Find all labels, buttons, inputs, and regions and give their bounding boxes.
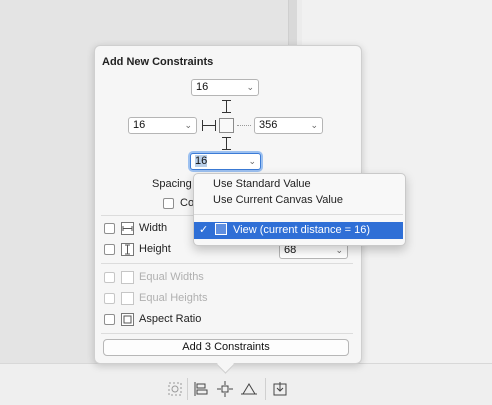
embed-in-stack-icon[interactable] [272, 381, 288, 397]
resolve-issues-icon[interactable] [241, 381, 257, 397]
width-label: Width [139, 222, 168, 234]
constrain-margins-checkbox[interactable] [163, 198, 174, 209]
width-checkbox[interactable] [104, 223, 115, 234]
chevron-down-icon: ⌄ [310, 120, 318, 130]
equal-widths-checkbox[interactable] [104, 272, 115, 283]
equal-heights-icon [121, 292, 134, 305]
align-icon[interactable] [193, 381, 209, 397]
leading-spacing-value: 16 [133, 119, 146, 131]
equal-widths-label: Equal Widths [139, 271, 204, 283]
equal-heights-checkbox[interactable] [104, 293, 115, 304]
constrain-margins-label: Co [180, 197, 195, 209]
top-spacing-value: 16 [196, 81, 209, 93]
equal-widths-icon [121, 271, 134, 284]
chevron-down-icon: ⌄ [248, 156, 256, 166]
equal-heights-label: Equal Heights [139, 292, 208, 304]
bottom-spacing-field[interactable]: 16 ⌄ [190, 153, 261, 170]
height-icon [121, 243, 134, 256]
divider [101, 333, 353, 334]
checkmark-icon: ✓ [199, 224, 209, 236]
bottom-spacing-value: 16 [195, 155, 208, 167]
top-spacing-field[interactable]: 16 ⌄ [191, 79, 259, 96]
top-constraint-cap [222, 112, 231, 113]
toolbar-separator [265, 378, 266, 400]
add-constraints-button[interactable]: Add 3 Constraints [103, 339, 349, 356]
height-label: Height [139, 243, 171, 255]
height-checkbox[interactable] [104, 244, 115, 255]
view-square [219, 118, 234, 133]
view-icon [215, 223, 227, 235]
chevron-down-icon: ⌄ [184, 120, 192, 130]
leading-constraint-cap [215, 120, 216, 131]
menu-item-standard-value[interactable]: Use Standard Value [213, 178, 311, 190]
menu-item-canvas-value[interactable]: Use Current Canvas Value [213, 194, 343, 206]
add-constraints-icon[interactable] [217, 381, 233, 397]
width-icon [121, 222, 134, 235]
divider [101, 263, 353, 264]
trailing-spacing-field[interactable]: 356 ⌄ [254, 117, 323, 134]
leading-spacing-field[interactable]: 16 ⌄ [128, 117, 197, 134]
aspect-ratio-icon [121, 313, 134, 326]
aspect-ratio-label: Aspect Ratio [139, 313, 202, 325]
update-frames-icon[interactable] [167, 381, 183, 397]
spacing-label: Spacing [152, 178, 192, 190]
popover-title: Add New Constraints [102, 56, 214, 68]
aspect-ratio-checkbox[interactable] [104, 314, 115, 325]
bottom-constraint-cap [222, 137, 231, 138]
top-constraint-cap [222, 100, 231, 101]
leading-constraint-cap [202, 120, 203, 131]
menu-separator [194, 214, 403, 215]
menu-item-view-label: View (current distance = 16) [233, 224, 371, 236]
chevron-down-icon: ⌄ [246, 82, 254, 92]
trailing-constraint-line[interactable] [237, 125, 251, 126]
toolbar-separator [187, 378, 188, 400]
trailing-spacing-value: 356 [259, 119, 278, 131]
bottom-constraint-cap [222, 149, 231, 150]
